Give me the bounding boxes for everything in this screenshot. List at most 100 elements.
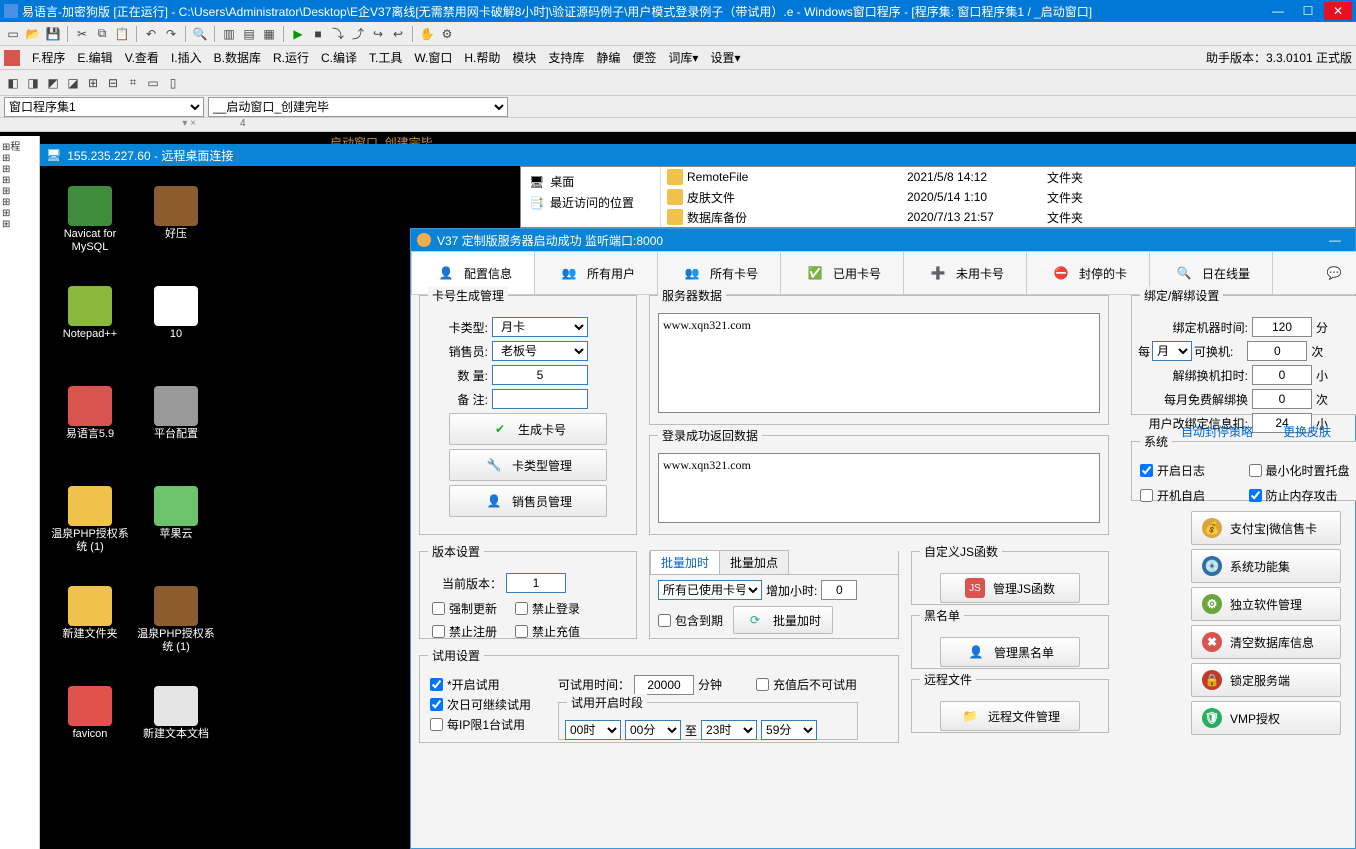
desktop-icon-9[interactable]: 温泉PHP授权系统 (1) <box>136 586 216 654</box>
rbtn-2[interactable]: ⚙独立软件管理 <box>1191 587 1341 621</box>
step4-icon[interactable]: ↩ <box>389 25 407 43</box>
chk-trial-nextday[interactable] <box>430 698 443 711</box>
close-button[interactable]: ✕ <box>1324 2 1352 20</box>
auto-ban-link[interactable]: 自动封停策略 <box>1181 423 1253 440</box>
desktop-icon-4[interactable]: 易语言5.9 <box>50 386 130 441</box>
layout3-icon[interactable]: ▦ <box>260 25 278 43</box>
menu-T.工具[interactable]: T.工具 <box>363 47 408 68</box>
t2-6-icon[interactable]: ⊟ <box>104 74 122 92</box>
menu-词库▾[interactable]: 词库▾ <box>662 47 704 68</box>
desktop-icon-7[interactable]: 苹果云 <box>136 486 216 541</box>
card-type-mgmt-button[interactable]: 🔧卡类型管理 <box>449 449 607 481</box>
rbtn-4[interactable]: 🔒锁定服务端 <box>1191 663 1341 697</box>
redo-icon[interactable]: ↷ <box>162 25 180 43</box>
rbtn-5[interactable]: 🛡VMP授权 <box>1191 701 1341 735</box>
tab-more[interactable]: 💬 <box>1272 251 1356 294</box>
chk-autorun[interactable] <box>1140 489 1153 502</box>
combo-proc[interactable]: __启动窗口_创建完毕 <box>208 97 508 117</box>
copy-icon[interactable]: ⧉ <box>93 25 111 43</box>
desktop-icon-1[interactable]: 好压 <box>136 186 216 241</box>
new-icon[interactable]: ▭ <box>4 25 22 43</box>
t2-4-icon[interactable]: ◪ <box>64 74 82 92</box>
menu-模块[interactable]: 模块 <box>506 47 542 68</box>
paste-icon[interactable]: 📋 <box>113 25 131 43</box>
chk-trial-ip[interactable] <box>430 718 443 731</box>
tab-1[interactable]: 👥所有用户 <box>534 251 658 294</box>
menu-I.插入[interactable]: I.插入 <box>165 47 208 68</box>
minimize-button[interactable]: — <box>1264 2 1292 20</box>
tab-3[interactable]: ✅已用卡号 <box>780 251 904 294</box>
change-skin-link[interactable]: 更换皮肤 <box>1283 423 1331 440</box>
seller-select[interactable]: 老板号 <box>492 341 588 361</box>
trial-h2-select[interactable]: 23时 <box>701 720 757 740</box>
menu-F.程序[interactable]: F.程序 <box>26 47 71 68</box>
menu-E.编辑[interactable]: E.编辑 <box>71 47 118 68</box>
desktop-icon-8[interactable]: 新建文件夹 <box>50 586 130 641</box>
undo-icon[interactable]: ↶ <box>142 25 160 43</box>
menu-H.帮助[interactable]: H.帮助 <box>458 47 506 68</box>
nav-recent[interactable]: 📑最近访问的位置 <box>525 192 656 213</box>
remote-file-button[interactable]: 📁远程文件管理 <box>940 701 1080 731</box>
menu-支持库[interactable]: 支持库 <box>542 47 590 68</box>
rbtn-1[interactable]: 💿系统功能集 <box>1191 549 1341 583</box>
server-data-text[interactable]: www.xqn321.com <box>658 313 1100 413</box>
gen-card-button[interactable]: ✔生成卡号 <box>449 413 607 445</box>
menu-R.运行[interactable]: R.运行 <box>267 47 315 68</box>
desktop-icon-0[interactable]: Navicat for MySQL <box>50 186 130 254</box>
chk-trial-nocharge[interactable] <box>756 678 769 691</box>
t2-5-icon[interactable]: ⊞ <box>84 74 102 92</box>
desktop-icon-10[interactable]: favicon <box>50 686 130 741</box>
t2-9-icon[interactable]: ▯ <box>164 74 182 92</box>
batch-hours-input[interactable] <box>821 580 857 600</box>
file-row[interactable]: RemoteFile2021/5/8 14:12文件夹 <box>661 167 1355 187</box>
desktop-icon-6[interactable]: 温泉PHP授权系统 (1) <box>50 486 130 554</box>
misc-icon[interactable]: ⚙ <box>438 25 456 43</box>
batch-addtime-button[interactable]: ⟳批量加时 <box>733 606 833 634</box>
batch-scope-select[interactable]: 所有已使用卡号 <box>658 580 762 600</box>
save-icon[interactable]: 💾 <box>44 25 62 43</box>
trial-m1-select[interactable]: 00分 <box>625 720 681 740</box>
free-unbind-input[interactable] <box>1252 389 1312 409</box>
explorer-nav[interactable]: 🖥桌面 📑最近访问的位置 <box>521 167 661 227</box>
tab-5[interactable]: ⛔封停的卡 <box>1026 251 1150 294</box>
menu-B.数据库[interactable]: B.数据库 <box>208 47 267 68</box>
cut-icon[interactable]: ✂ <box>73 25 91 43</box>
card-type-select[interactable]: 月卡 <box>492 317 588 337</box>
menu-W.窗口[interactable]: W.窗口 <box>408 47 458 68</box>
chk-include-expired[interactable] <box>658 614 671 627</box>
trial-h1-select[interactable]: 00时 <box>565 720 621 740</box>
remark-input[interactable] <box>492 389 588 409</box>
chk-mem[interactable] <box>1249 489 1262 502</box>
tab-4[interactable]: ➕未用卡号 <box>903 251 1027 294</box>
file-row[interactable]: 皮肤文件2020/5/14 1:10文件夹 <box>661 187 1355 207</box>
step-icon[interactable]: ⤵ <box>329 25 347 43</box>
t2-3-icon[interactable]: ◩ <box>44 74 62 92</box>
chk-forbid-login[interactable] <box>515 602 528 615</box>
desktop-icon-5[interactable]: 平台配置 <box>136 386 216 441</box>
chk-forbid-charge[interactable] <box>515 625 528 638</box>
menu-V.查看[interactable]: V.查看 <box>119 47 165 68</box>
bind-time-input[interactable] <box>1252 317 1312 337</box>
chk-trial-open[interactable] <box>430 678 443 691</box>
stop-icon[interactable]: ■ <box>309 25 327 43</box>
rbtn-3[interactable]: ✖清空数据库信息 <box>1191 625 1341 659</box>
qty-input[interactable] <box>492 365 588 385</box>
desktop-icon-2[interactable]: Notepad++ <box>50 286 130 341</box>
step3-icon[interactable]: ↪ <box>369 25 387 43</box>
run-icon[interactable]: ▶ <box>289 25 307 43</box>
t2-8-icon[interactable]: ▭ <box>144 74 162 92</box>
menu-静编[interactable]: 静编 <box>590 47 626 68</box>
chk-forbid-reg[interactable] <box>432 625 445 638</box>
t2-7-icon[interactable]: ⌗ <box>124 74 142 92</box>
open-icon[interactable]: 📂 <box>24 25 42 43</box>
layout1-icon[interactable]: ▥ <box>220 25 238 43</box>
desktop-icon-3[interactable]: ↖10 <box>136 286 216 341</box>
seller-mgmt-button[interactable]: 👤销售员管理 <box>449 485 607 517</box>
chk-log[interactable] <box>1140 464 1153 477</box>
rbtn-0[interactable]: 💰支付宝|微信售卡 <box>1191 511 1341 545</box>
chk-tray[interactable] <box>1249 464 1262 477</box>
menu-便签[interactable]: 便签 <box>626 47 662 68</box>
t2-1-icon[interactable]: ◧ <box>4 74 22 92</box>
combo-procset[interactable]: 窗口程序集1 <box>4 97 204 117</box>
menu-设置▾[interactable]: 设置▾ <box>704 47 746 68</box>
